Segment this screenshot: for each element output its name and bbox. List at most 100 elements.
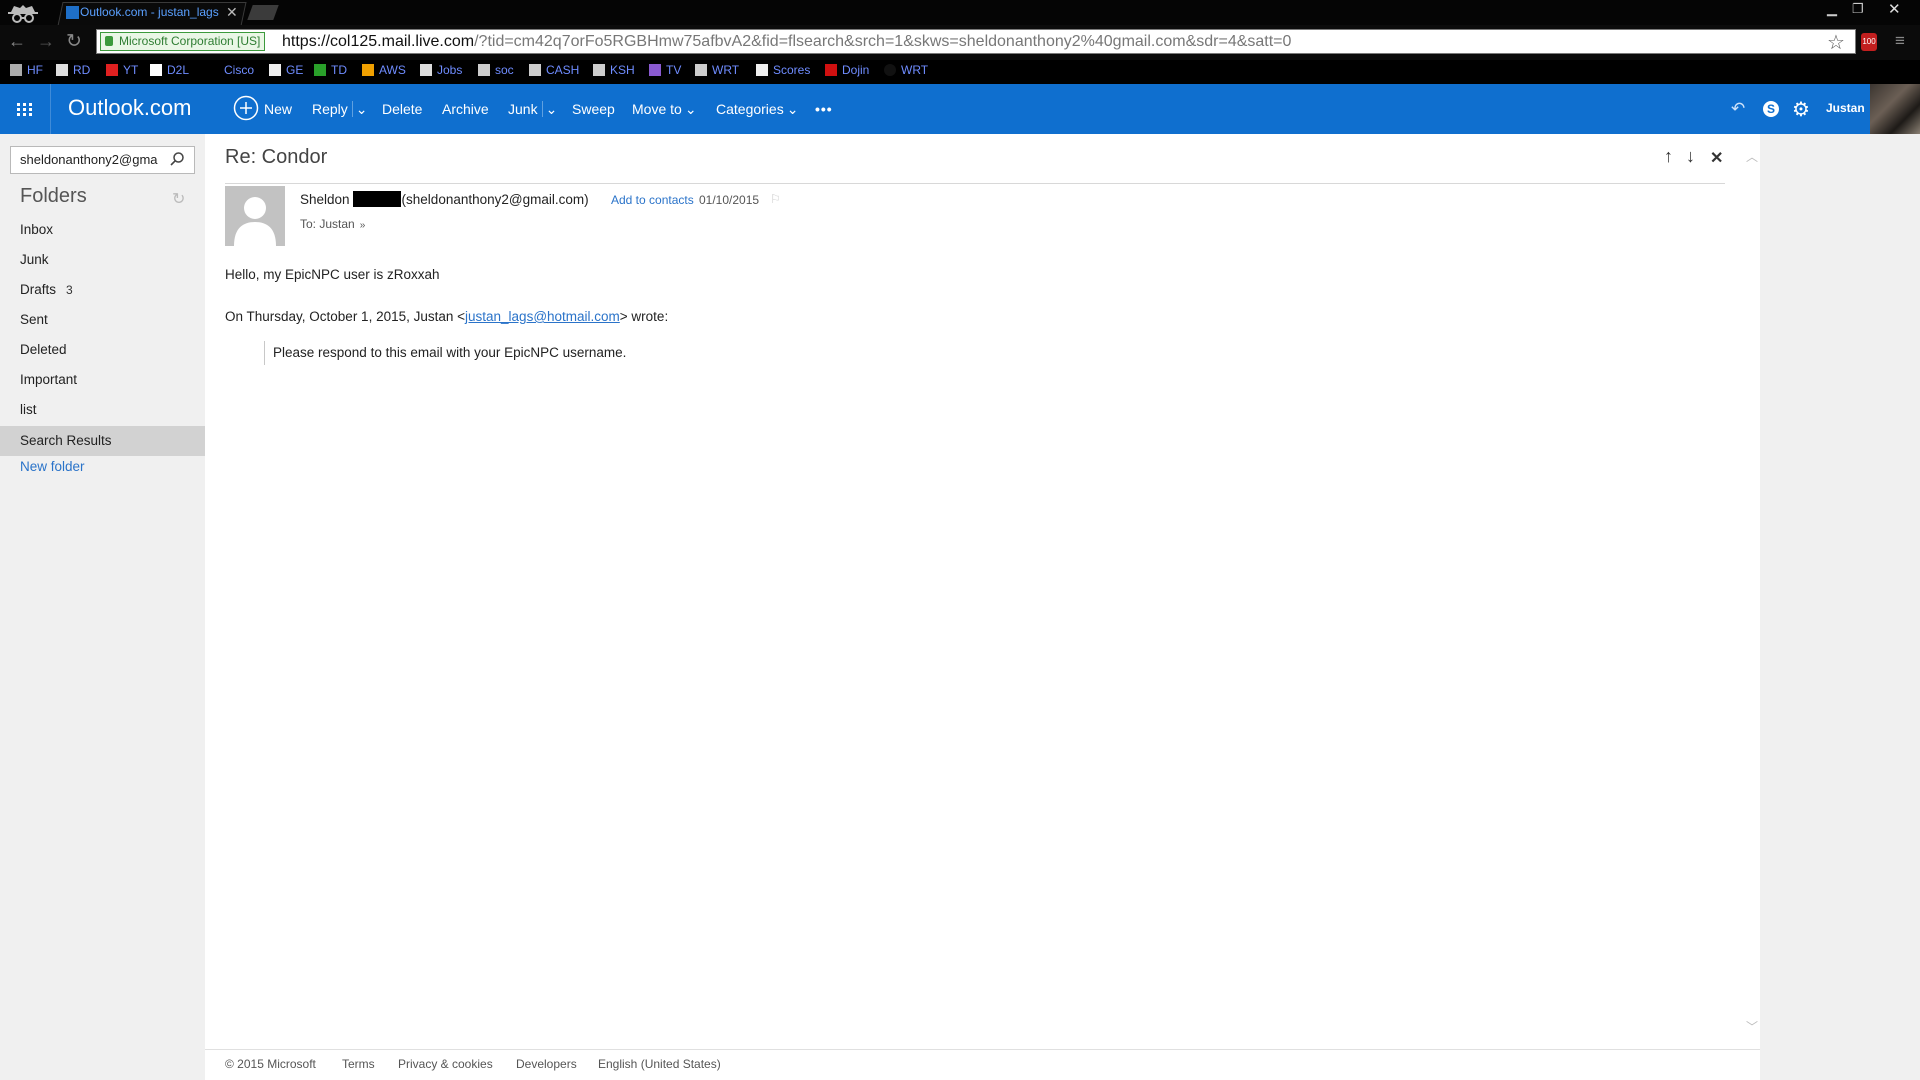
folder-label: Important <box>20 372 78 387</box>
junk-button[interactable]: Junk ⌄ <box>508 101 558 118</box>
reply-label: Reply <box>312 101 348 117</box>
bookmark-item[interactable]: KSH <box>593 62 635 78</box>
to-label: To: Justan <box>300 217 355 231</box>
folder-junk[interactable]: Junk <box>0 246 205 274</box>
ev-badge-label: Microsoft Corporation [US] <box>119 34 261 48</box>
delete-button[interactable]: Delete <box>382 101 422 117</box>
next-message-icon[interactable]: ↓ <box>1686 146 1695 167</box>
junk-label: Junk <box>508 101 538 117</box>
new-button[interactable]: New <box>264 101 292 117</box>
sender-name[interactable]: Sheldon <box>300 192 350 207</box>
sweep-button[interactable]: Sweep <box>572 101 615 117</box>
categories-button[interactable]: Categories ⌄ <box>716 101 798 118</box>
brand-logo[interactable]: Outlook.com <box>68 95 192 121</box>
bookmark-item[interactable]: GE <box>269 62 303 78</box>
scroll-up-icon[interactable]: ︿ <box>1746 148 1758 165</box>
close-window-icon[interactable]: ✕ <box>1888 0 1901 18</box>
quote-prefix: On Thursday, October 1, 2015, Justan < <box>225 309 466 324</box>
new-tab-button[interactable] <box>247 5 279 20</box>
refresh-icon[interactable]: ↻ <box>172 189 185 209</box>
outlook-favicon-icon <box>66 6 79 19</box>
bookmark-item[interactable]: Cisco <box>224 62 254 78</box>
footer-developers-link[interactable]: Developers <box>516 1057 577 1071</box>
recipients-line[interactable]: To: Justan » <box>300 217 365 231</box>
gear-icon[interactable]: ⚙ <box>1792 97 1810 122</box>
folder-inbox[interactable]: Inbox <box>0 216 205 244</box>
move-to-label: Move to <box>632 101 682 117</box>
avatar[interactable] <box>1870 84 1920 134</box>
folders-heading[interactable]: Folders <box>20 185 87 208</box>
chevron-down-icon[interactable]: ⌄ <box>541 101 558 117</box>
reply-button[interactable]: Reply ⌄ <box>312 101 368 118</box>
new-folder-link[interactable]: New folder <box>20 459 85 474</box>
bookmark-item[interactable]: HF <box>10 62 43 78</box>
add-to-contacts-link[interactable]: Add to contacts <box>611 193 694 207</box>
reload-icon[interactable]: ↻ <box>66 30 82 53</box>
folder-search-results[interactable]: Search Results <box>0 426 205 456</box>
bookmark-item[interactable]: TV <box>649 62 681 78</box>
lock-icon <box>105 36 113 46</box>
bookmark-item[interactable]: Dojin <box>825 62 869 78</box>
bookmark-item[interactable]: AWS <box>362 62 406 78</box>
footer-language-link[interactable]: English (United States) <box>598 1057 721 1071</box>
bookmark-item[interactable]: Jobs <box>420 62 462 78</box>
footer-copyright: © 2015 Microsoft <box>225 1057 316 1071</box>
expand-recipients-icon[interactable]: » <box>360 220 366 231</box>
scrollbar[interactable]: ︿ ﹀ <box>1743 134 1760 1049</box>
bookmark-item[interactable]: WRT <box>884 62 928 78</box>
folder-list[interactable]: list <box>0 396 205 424</box>
folder-sent[interactable]: Sent <box>0 306 205 334</box>
quote-header: On Thursday, October 1, 2015, Justan <ju… <box>225 309 668 324</box>
new-plus-icon[interactable] <box>233 95 259 121</box>
url-scheme: https:// <box>282 33 331 50</box>
url-text: https://col125.mail.live.com/?tid=cm42q7… <box>282 32 1291 52</box>
close-message-icon[interactable]: ✕ <box>1710 148 1723 168</box>
quoted-text: Please respond to this email with your E… <box>273 345 627 360</box>
bookmark-item[interactable]: Scores <box>756 62 810 78</box>
close-tab-icon[interactable]: ✕ <box>226 4 238 21</box>
restore-icon[interactable]: ❐ <box>1852 1 1864 17</box>
forward-icon[interactable]: → <box>37 31 55 52</box>
browser-menu-icon[interactable]: ≡ <box>1895 31 1905 51</box>
flag-icon[interactable]: ⚐ <box>770 192 781 206</box>
footer-terms-link[interactable]: Terms <box>342 1057 375 1071</box>
bookmark-item[interactable]: RD <box>56 62 90 78</box>
subject-divider <box>225 183 1725 184</box>
scroll-down-icon[interactable]: ﹀ <box>1746 1018 1758 1035</box>
folder-label: Drafts <box>20 282 57 297</box>
move-to-button[interactable]: Move to ⌄ <box>632 101 697 118</box>
more-options-icon[interactable]: ••• <box>815 101 833 117</box>
bookmark-item[interactable]: TD <box>314 62 347 78</box>
categories-label: Categories <box>716 101 784 117</box>
chevron-down-icon: ⌄ <box>786 101 799 117</box>
folder-deleted[interactable]: Deleted <box>0 336 205 364</box>
minimize-icon[interactable]: ▁ <box>1827 1 1837 17</box>
message-subject: Re: Condor <box>225 146 328 168</box>
bookmark-star-icon[interactable]: ☆ <box>1827 30 1845 55</box>
bookmark-item[interactable]: D2L <box>150 62 189 78</box>
back-icon[interactable]: ← <box>8 31 26 52</box>
search-icon[interactable] <box>169 151 185 167</box>
user-name[interactable]: Justan <box>1826 101 1865 115</box>
chevron-down-icon[interactable]: ⌄ <box>351 101 368 117</box>
incognito-icon <box>6 2 40 24</box>
folder-drafts[interactable]: Drafts 3 <box>0 276 205 304</box>
bookmark-item[interactable]: CASH <box>529 62 579 78</box>
folder-label: Search Results <box>20 433 112 448</box>
previous-message-icon[interactable]: ↑ <box>1664 146 1673 167</box>
browser-tab-strip <box>0 0 1920 25</box>
archive-button[interactable]: Archive <box>442 101 489 117</box>
app-launcher-icon[interactable] <box>0 84 50 134</box>
footer-privacy-link[interactable]: Privacy & cookies <box>398 1057 493 1071</box>
ev-certificate-badge[interactable]: Microsoft Corporation [US] <box>100 32 266 51</box>
bookmark-item[interactable]: WRT <box>695 62 739 78</box>
undo-icon[interactable]: ↶ <box>1731 99 1745 119</box>
quote-email-link[interactable]: justan_lags@hotmail.com <box>465 309 620 324</box>
bookmark-item[interactable]: soc <box>478 62 514 78</box>
bookmark-item[interactable]: YT <box>106 62 138 78</box>
folder-important[interactable]: Important <box>0 366 205 394</box>
extension-badge-icon[interactable]: 100 <box>1861 33 1877 51</box>
sender-email: (sheldonanthony2@gmail.com) <box>401 192 589 207</box>
folder-count: 3 <box>66 283 73 297</box>
skype-icon[interactable]: S <box>1763 101 1779 117</box>
